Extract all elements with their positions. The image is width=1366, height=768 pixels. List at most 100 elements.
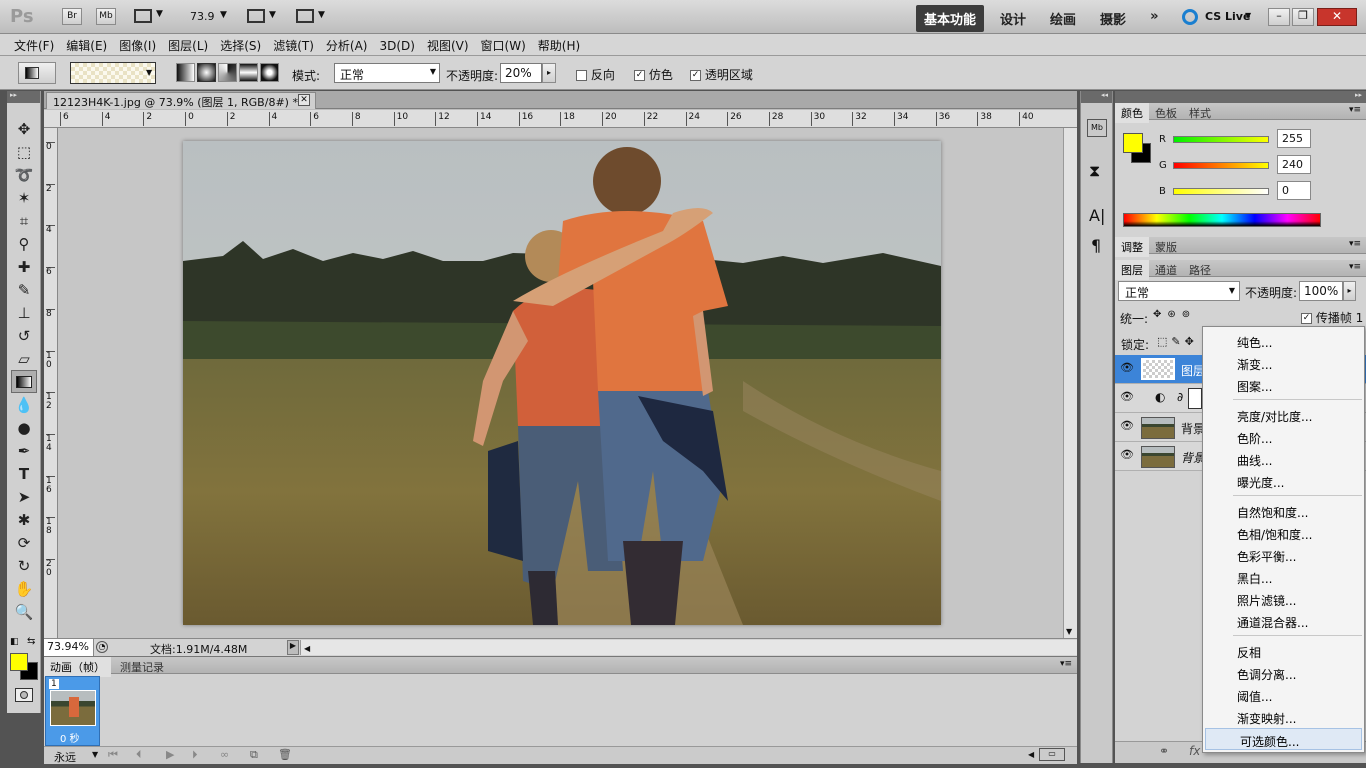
transparency-checkbox[interactable]: ✓ [690,70,701,81]
panel-menu-icon[interactable]: ▾≡ [1349,239,1361,249]
menu-item-pattern[interactable]: 图案... [1203,374,1364,396]
blue-slider[interactable] [1173,188,1269,195]
eyedropper-tool-icon[interactable]: ⚲ [11,232,37,255]
right-dock-header[interactable]: ▸▸ [1115,91,1366,103]
linear-gradient-button[interactable] [176,63,195,82]
menu-item-levels[interactable]: 色阶... [1203,426,1364,448]
red-slider[interactable] [1173,136,1269,143]
character-panel-icon[interactable]: A| [1089,206,1105,225]
gradient-picker[interactable] [70,62,156,84]
workspace-painting[interactable]: 绘画 [1042,5,1084,32]
blend-mode-select[interactable]: 正常 ▼ [1118,281,1240,301]
tab-measurement-log[interactable]: 测量记录 [114,657,170,677]
workspace-essentials[interactable]: 基本功能 [916,5,985,32]
menu-window[interactable]: 窗口(W) [475,34,532,54]
bridge-button[interactable]: Br [62,8,82,25]
toolbox-header[interactable]: ▸▸ [7,91,40,103]
menu-analysis[interactable]: 分析(A) [320,34,374,54]
vertical-scrollbar[interactable]: ▼ [1063,128,1077,638]
eye-icon[interactable]: 👁 [1119,390,1135,404]
layer-opacity-slider-button[interactable]: ▸ [1343,281,1356,301]
menu-item-invert[interactable]: 反相 [1203,640,1364,662]
gradient-tool-icon[interactable] [11,370,37,393]
default-colors-icon[interactable]: ◧ [10,637,19,647]
arrange-documents-icon[interactable] [247,9,265,23]
layer-style-icon[interactable]: fx [1189,744,1200,758]
menu-filter[interactable]: 滤镜(T) [267,34,320,54]
opacity-input[interactable]: 20% [500,63,542,83]
workspace-design[interactable]: 设计 [992,5,1034,32]
link-layers-icon[interactable]: ⚭ [1159,744,1169,758]
panel-menu-icon[interactable]: ▾≡ [1060,659,1072,669]
pen-tool-icon[interactable]: ✒ [11,439,37,462]
zoom-tool-icon[interactable]: 🔍 [11,600,37,623]
menu-file[interactable]: 文件(F) [8,34,60,54]
radial-gradient-button[interactable] [197,63,216,82]
tab-animation[interactable]: 动画（帧） [44,657,111,677]
menu-edit[interactable]: 编辑(E) [60,34,113,54]
menu-item-selective-color[interactable]: 可选颜色... [1205,728,1362,750]
3d-rotate-tool-icon[interactable]: ⟳ [11,531,37,554]
scroll-down-icon[interactable]: ▼ [1066,627,1072,636]
previous-frame-icon[interactable]: ⏴ [136,748,142,762]
status-menu-arrow[interactable]: ▶ [287,640,299,655]
mode-select[interactable]: 正常 ▼ [334,63,440,83]
frame-delay[interactable]: 0 秒 [60,730,80,745]
3d-orbit-tool-icon[interactable]: ↻ [11,554,37,577]
close-document-icon[interactable]: ✕ [298,94,310,106]
clone-stamp-tool-icon[interactable]: ⊥ [11,301,37,324]
menu-layer[interactable]: 图层(L) [162,34,214,54]
delete-frame-icon[interactable]: 🗑 [278,748,292,761]
restore-button[interactable]: ❐ [1292,8,1314,26]
opacity-slider-button[interactable]: ▸ [542,63,556,83]
tab-channels[interactable]: 通道 [1149,260,1183,280]
document-tab[interactable]: 12123H4K-1.jpg @ 73.9% (图层 1, RGB/8#) * [46,92,316,109]
menu-item-color-balance[interactable]: 色彩平衡... [1203,544,1364,566]
dither-option[interactable]: ✓ 仿色 [634,66,673,83]
angle-gradient-button[interactable] [218,63,237,82]
menu-item-posterize[interactable]: 色调分离... [1203,662,1364,684]
first-frame-icon[interactable]: ⏮ [108,748,118,762]
menu-item-exposure[interactable]: 曝光度... [1203,470,1364,492]
tab-color[interactable]: 颜色 [1115,103,1149,123]
menu-3d[interactable]: 3D(D) [373,36,420,53]
eye-icon[interactable]: 👁 [1119,419,1135,433]
chevron-down-icon[interactable]: ▼ [156,9,163,19]
menu-item-gradient-map[interactable]: 渐变映射... [1203,706,1364,728]
hand-tool-icon[interactable]: ✋ [11,577,37,600]
tween-icon[interactable]: ∞ [220,748,229,761]
move-tool-icon[interactable]: ✥ [11,117,37,140]
eye-icon[interactable]: 👁 [1119,361,1135,375]
menu-image[interactable]: 图像(I) [113,34,162,54]
crop-tool-icon[interactable]: ⌗ [11,209,37,232]
duplicate-frame-icon[interactable]: ⧉ [250,748,258,762]
propagate-frame-option[interactable]: ✓ 传播帧 1 [1301,309,1363,326]
color-panel-foreground-swatch[interactable] [1123,133,1143,153]
path-selection-tool-icon[interactable]: ➤ [11,485,37,508]
panel-menu-icon[interactable]: ▾≡ [1349,262,1361,272]
tab-layers[interactable]: 图层 [1115,260,1149,280]
brush-tool-icon[interactable]: ✎ [11,278,37,301]
animation-frame[interactable]: 1 0 秒 [45,676,100,746]
red-value-input[interactable]: 255 [1277,129,1311,148]
reflected-gradient-button[interactable] [239,63,258,82]
dock-header[interactable]: ◂◂ [1081,91,1112,103]
menu-select[interactable]: 选择(S) [214,34,267,54]
dodge-tool-icon[interactable]: ● [11,416,37,439]
cs-live-button[interactable]: CS Live [1205,10,1250,23]
propagate-checkbox[interactable]: ✓ [1301,313,1312,324]
menu-item-vibrance[interactable]: 自然饱和度... [1203,500,1364,522]
chevron-down-icon[interactable]: ▼ [92,750,98,759]
shape-tool-icon[interactable]: ✱ [11,508,37,531]
workspace-photography[interactable]: 摄影 [1092,5,1134,32]
chevron-down-icon[interactable]: ▼ [318,10,325,20]
menu-item-hue-saturation[interactable]: 色相/饱和度... [1203,522,1364,544]
menu-item-brightness-contrast[interactable]: 亮度/对比度... [1203,404,1364,426]
convert-timeline-icon[interactable]: ▭ [1039,748,1065,761]
status-info-icon[interactable]: ◔ [96,641,108,653]
menu-view[interactable]: 视图(V) [421,34,475,54]
unify-icons[interactable]: ✥⊛⊚ [1153,309,1196,320]
menu-item-solid-color[interactable]: 纯色... [1203,330,1364,352]
quick-mask-icon[interactable] [15,688,33,702]
loop-select[interactable]: 永远 [54,749,76,765]
